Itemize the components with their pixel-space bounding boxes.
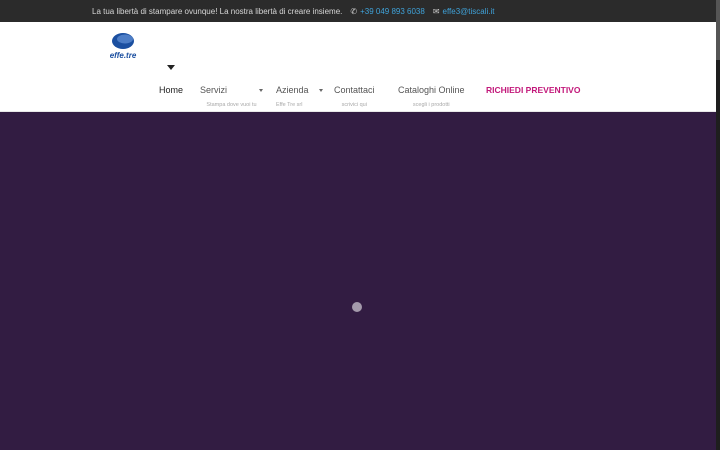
nav-contattaci-label: Contattaci [334,85,375,95]
nav-azienda-label: Azienda [276,85,309,95]
chevron-down-icon[interactable] [167,65,175,70]
nav-item-servizi[interactable]: Servizi Stampa dove vuoi tu [200,80,264,108]
top-bar: La tua libertà di stampare ovunque! La n… [0,0,720,22]
page-scrollbar[interactable] [716,0,720,450]
nav-azienda-sub: Effe Tre srl [276,102,303,108]
chevron-down-icon [318,88,323,92]
site-logo[interactable]: effe.tre [104,31,142,61]
nav-item-preventivo[interactable]: RICHIEDI PREVENTIVO [486,80,580,98]
nav-cataloghi-label: Cataloghi Online [398,85,465,95]
nav-servizi-sub: Stampa dove vuoi tu [206,102,257,108]
scrollbar-thumb[interactable] [716,0,720,60]
email-address[interactable]: effe3@tiscali.it [443,7,495,16]
nav-item-home[interactable]: Home [159,80,183,98]
email-link[interactable]: ✉ effe3@tiscali.it [433,7,495,16]
site-header: effe.tre Home Servizi Stampa dove vuoi t… [0,22,720,112]
nav-item-cataloghi[interactable]: Cataloghi Online scegli i prodotti [398,80,465,108]
nav-servizi-label: Servizi [200,85,228,95]
hero-section [0,112,716,450]
main-navigation: Home Servizi Stampa dove vuoi tu Azienda… [0,80,720,110]
phone-number[interactable]: +39 049 893 6038 [360,7,425,16]
nav-cataloghi-sub: scegli i prodotti [412,102,450,108]
nav-contattaci-sub: scrivici qui [341,102,367,108]
nav-preventivo-label: RICHIEDI PREVENTIVO [486,85,581,95]
phone-icon: ✆ [350,6,358,16]
mail-icon: ✉ [432,6,440,16]
loading-spinner [352,302,362,312]
nav-home-label: Home [159,85,184,95]
chevron-down-icon [259,88,264,92]
tagline: La tua libertà di stampare ovunque! La n… [92,6,343,16]
nav-item-contattaci[interactable]: Contattaci scrivici qui [334,80,375,108]
nav-item-azienda[interactable]: Azienda Effe Tre srl [276,80,323,108]
svg-text:effe.tre: effe.tre [110,51,137,60]
phone-link[interactable]: ✆ +39 049 893 6038 [350,7,424,16]
